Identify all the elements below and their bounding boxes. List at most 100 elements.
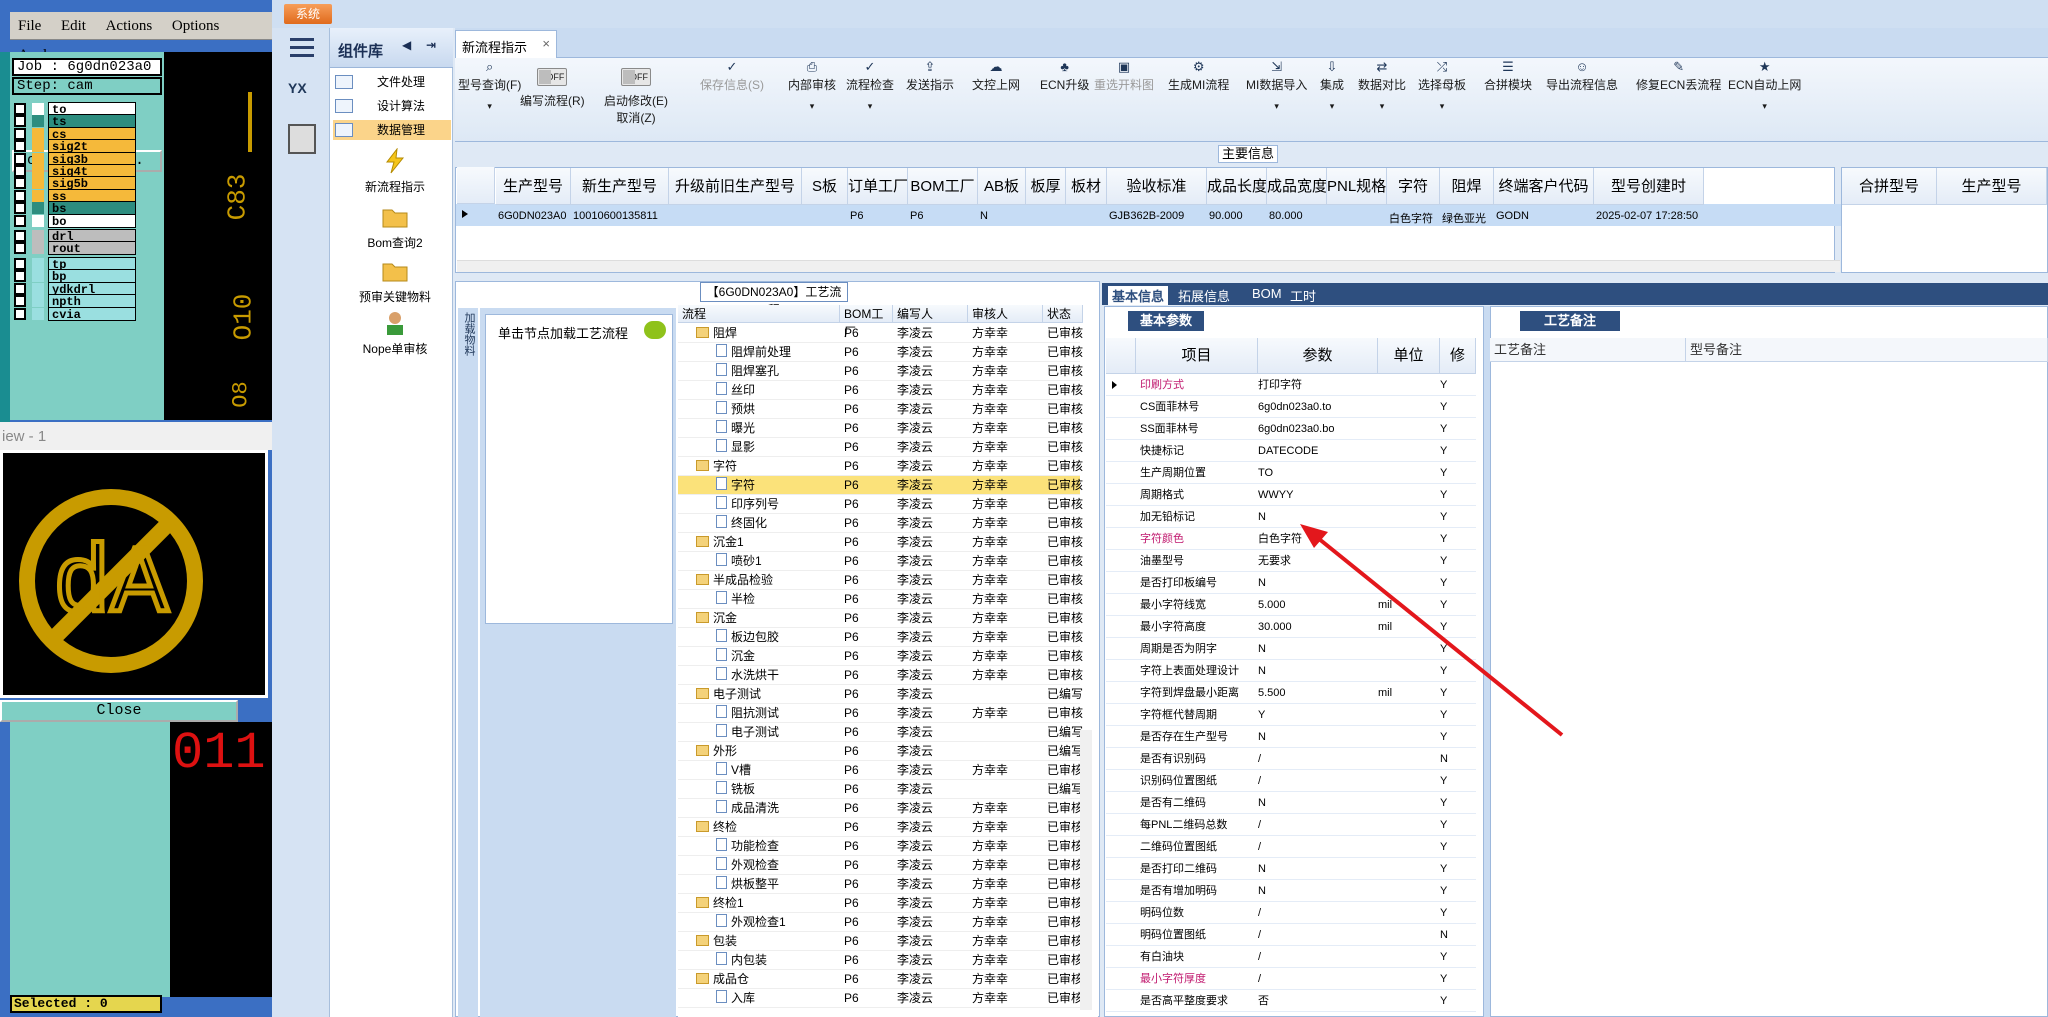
tree-header[interactable]: 审核人 (968, 305, 1043, 323)
comp-item-algo[interactable]: 设计算法 (333, 96, 451, 116)
grid-cell[interactable]: 80.000 (1269, 210, 1303, 222)
ribbon-button[interactable]: ✎ 修复ECN丢流程 (1636, 60, 1721, 93)
grid-header[interactable]: 字符 (1387, 168, 1440, 205)
param-value[interactable]: TO (1258, 462, 1273, 484)
layer-checkbox[interactable] (14, 242, 26, 255)
ribbon-button[interactable]: ⇪ 发送指示 (906, 60, 954, 93)
param-row[interactable]: 每PNL二维码总数 / Y (1106, 814, 1476, 836)
tree-row[interactable]: 喷砂1 P6 李凌云 方幸幸 已审核 (678, 552, 1083, 571)
param-value[interactable]: N (1258, 726, 1266, 748)
grid-header[interactable]: 型号创建时 (1594, 168, 1704, 205)
param-row[interactable]: 印刷方式 打印字符 Y (1106, 374, 1476, 396)
tree-row[interactable]: 入库 P6 李凌云 方幸幸 已审核 (678, 989, 1083, 1008)
grid-header[interactable]: 板厚 (1026, 168, 1066, 205)
layer-checkbox[interactable] (14, 214, 26, 227)
ribbon-button[interactable]: ⌕ 型号查询(F) ▾ (458, 60, 521, 112)
pin-icon[interactable]: ⇥ (426, 38, 436, 52)
tree-row[interactable]: 功能检查 P6 李凌云 方幸幸 已审核 (678, 837, 1083, 856)
ribbon-button[interactable]: ▣ 重选开料图 (1094, 60, 1154, 93)
chevron-down-icon[interactable]: ▾ (1358, 101, 1406, 112)
layer-checkbox[interactable] (14, 295, 26, 308)
grid-scrollbar[interactable] (457, 260, 1840, 272)
tree-header[interactable]: 编写人 (893, 305, 968, 323)
param-value[interactable]: 6g0dn023a0.bo (1258, 418, 1334, 440)
param-row[interactable]: 最小字符厚度 / Y (1106, 968, 1476, 990)
param-row[interactable]: 二维码位置图纸 / Y (1106, 836, 1476, 858)
nope-audit-shortcut[interactable]: Nope单审核 (340, 310, 450, 357)
param-header[interactable]: 参数 (1258, 338, 1378, 374)
bom-query-shortcut[interactable]: Bom查询2 (340, 204, 450, 251)
tree-row[interactable]: 外形 P6 李凌云 已编写 (678, 742, 1083, 761)
ribbon-button[interactable]: ⇄ 数据对比 ▾ (1358, 60, 1406, 112)
grid-header[interactable]: 新生产型号 (571, 168, 669, 205)
tree-row[interactable]: 终检1 P6 李凌云 方幸幸 已审核 (678, 894, 1083, 913)
tree-row[interactable]: 沉金1 P6 李凌云 方幸幸 已审核 (678, 533, 1083, 552)
load-material-tab[interactable]: 加载物料 (458, 308, 478, 1017)
comp-item-data[interactable]: 数据管理 (333, 120, 451, 140)
param-row[interactable]: CS面菲林号 6g0dn023a0.to Y (1106, 396, 1476, 418)
tab-hours[interactable]: 工时 (1290, 286, 1316, 305)
layer-checkbox[interactable] (14, 103, 26, 115)
param-header[interactable]: 单位 (1378, 338, 1440, 374)
tree-row[interactable]: 阻焊 P6 李凌云 方幸幸 已审核 (678, 324, 1083, 343)
param-value[interactable]: N (1258, 506, 1266, 528)
tree-row[interactable]: 字符 P6 李凌云 方幸幸 已审核 (678, 476, 1083, 495)
ribbon-button[interactable]: ☰ 合拼模块 (1484, 60, 1532, 93)
menu-file[interactable]: File (10, 12, 49, 41)
param-row[interactable]: 周期格式 WWYY Y (1106, 484, 1476, 506)
param-value[interactable]: N (1258, 660, 1266, 682)
ribbon-button[interactable]: ⇲ MI数据导入 ▾ (1246, 60, 1307, 112)
tree-row[interactable]: 板边包胶 P6 李凌云 方幸幸 已审核 (678, 628, 1083, 647)
tree-row[interactable]: 半成品检验 P6 李凌云 方幸幸 已审核 (678, 571, 1083, 590)
tree-row[interactable]: 沉金 P6 李凌云 方幸幸 已审核 (678, 647, 1083, 666)
tab-new-process[interactable]: 新流程指示 × (455, 30, 557, 58)
grid-cell[interactable]: 10010600135811 (573, 210, 658, 222)
ribbon-button[interactable]: ⤮ 选择母板 ▾ (1418, 60, 1466, 112)
tree-row[interactable]: 曝光 P6 李凌云 方幸幸 已审核 (678, 419, 1083, 438)
grid-header[interactable]: PNL规格 (1327, 168, 1387, 205)
tab-extended-info[interactable]: 拓展信息 (1178, 286, 1230, 305)
param-value[interactable]: N (1258, 572, 1266, 594)
ribbon-button[interactable]: ⚙ 生成MI流程 (1168, 60, 1229, 93)
param-row[interactable]: 是否有识别码 / N (1106, 748, 1476, 770)
menu-options[interactable]: Options (164, 12, 228, 41)
tree-row[interactable]: V槽 P6 李凌云 方幸幸 已审核 (678, 761, 1083, 780)
chevron-down-icon[interactable]: ▾ (1418, 101, 1466, 112)
ribbon-button[interactable]: ♣ ECN升级 (1040, 60, 1089, 93)
chevron-down-icon[interactable]: ▾ (1320, 101, 1344, 112)
tree-row[interactable]: 外观检查 P6 李凌云 方幸幸 已审核 (678, 856, 1083, 875)
grid-header[interactable]: 订单工厂 (848, 168, 908, 205)
layer-row[interactable]: rout (12, 241, 136, 256)
layer-row[interactable]: bo (12, 213, 136, 229)
ribbon-button[interactable]: OFF 编写流程(R) (520, 60, 585, 109)
tab-bom[interactable]: BOM (1252, 286, 1282, 301)
param-header[interactable]: 项目 (1136, 338, 1258, 374)
param-row[interactable]: 是否打印二维码 N Y (1106, 858, 1476, 880)
close-icon[interactable]: × (542, 36, 550, 51)
param-value[interactable]: / (1258, 748, 1261, 770)
param-value[interactable]: / (1258, 770, 1261, 792)
tree-header[interactable]: BOM工厂 (840, 305, 893, 339)
layer-checkbox[interactable] (14, 165, 26, 177)
ribbon-button[interactable]: ⎙ 内部审核 ▾ (788, 60, 836, 112)
tab-basic-info[interactable]: 基本信息 (1108, 286, 1169, 305)
layer-checkbox[interactable] (14, 127, 26, 140)
param-value[interactable]: N (1258, 858, 1266, 880)
tree-row[interactable]: 内包装 P6 李凌云 方幸幸 已审核 (678, 951, 1083, 970)
grid-header[interactable]: S板 (802, 168, 848, 205)
param-value[interactable]: 5.000 (1258, 594, 1286, 616)
param-row[interactable]: 有白油块 / Y (1106, 946, 1476, 968)
ribbon-button[interactable]: ✓ 保存信息(S) (700, 60, 764, 93)
preaudit-shortcut[interactable]: 预审关键物料 (340, 258, 450, 305)
param-value[interactable]: WWYY (1258, 484, 1293, 506)
menu-icon[interactable] (290, 38, 314, 58)
grid-cell[interactable]: P6 (910, 210, 923, 222)
tree-row[interactable]: 电子测试 P6 李凌云 已编写 (678, 685, 1083, 704)
param-row[interactable]: 是否有增加明码 N Y (1106, 880, 1476, 902)
tree-row[interactable]: 烘板整平 P6 李凌云 方幸幸 已审核 (678, 875, 1083, 894)
grid-header[interactable]: AB板 (978, 168, 1026, 205)
layer-checkbox[interactable] (14, 270, 26, 283)
ribbon-button[interactable]: ⇩ 集成 ▾ (1320, 60, 1344, 112)
param-value[interactable]: 无要求 (1258, 550, 1291, 572)
param-header[interactable]: 修 (1440, 338, 1476, 374)
